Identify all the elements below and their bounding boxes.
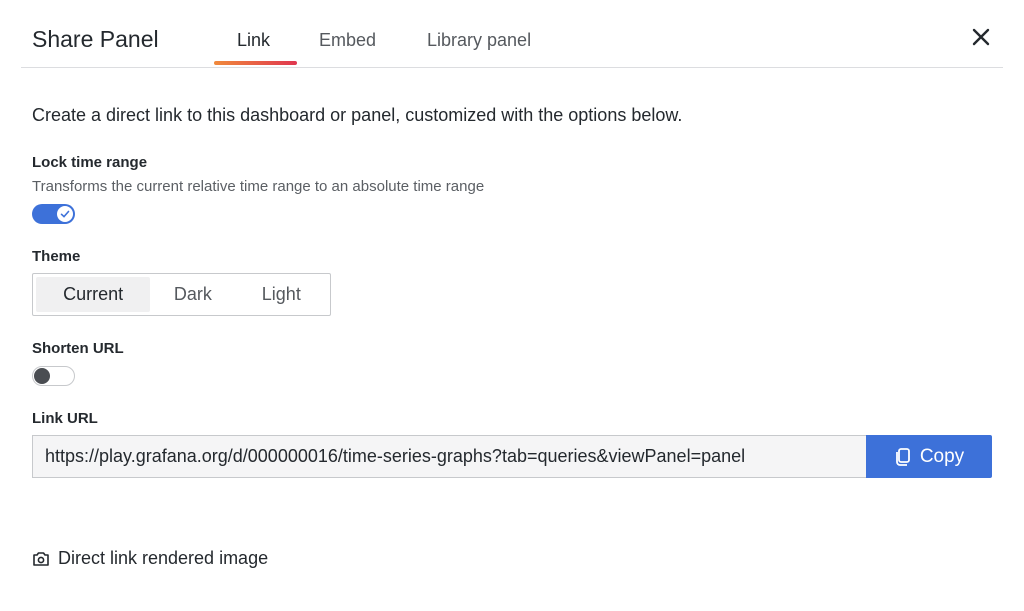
close-icon — [972, 28, 990, 46]
modal-title: Share Panel — [32, 26, 159, 52]
direct-link-label: Direct link rendered image — [58, 548, 269, 568]
toggle-knob — [34, 368, 50, 384]
theme-radio-group: Current Dark Light — [32, 273, 331, 316]
direct-link-rendered-image[interactable]: Direct link rendered image — [32, 548, 268, 569]
lock-time-range-description: Transforms the current relative time ran… — [32, 178, 485, 195]
theme-option-current[interactable]: Current — [36, 277, 151, 312]
shorten-url-toggle[interactable] — [32, 366, 75, 386]
tab-embed[interactable]: Embed — [319, 30, 376, 51]
active-tab-indicator — [214, 61, 297, 65]
lock-time-range-label: Lock time range — [32, 154, 148, 171]
camera-icon — [33, 551, 49, 566]
shorten-url-label: Shorten URL — [32, 340, 124, 357]
theme-label: Theme — [32, 248, 81, 265]
close-button[interactable] — [970, 26, 992, 48]
theme-option-dark[interactable]: Dark — [150, 277, 235, 312]
check-icon — [60, 210, 70, 218]
theme-option-light[interactable]: Light — [236, 277, 327, 312]
tab-link[interactable]: Link — [237, 30, 270, 51]
share-description: Create a direct link to this dashboard o… — [32, 105, 683, 125]
link-url-input[interactable]: https://play.grafana.org/d/000000016/tim… — [32, 435, 867, 478]
copy-icon — [895, 447, 910, 466]
tab-library-panel[interactable]: Library panel — [427, 30, 531, 51]
toggle-knob — [57, 206, 73, 222]
copy-button[interactable]: Copy — [866, 435, 992, 478]
header-divider — [21, 67, 1003, 68]
copy-button-label: Copy — [919, 445, 965, 467]
link-url-label: Link URL — [32, 410, 98, 427]
lock-time-range-toggle[interactable] — [32, 204, 75, 224]
